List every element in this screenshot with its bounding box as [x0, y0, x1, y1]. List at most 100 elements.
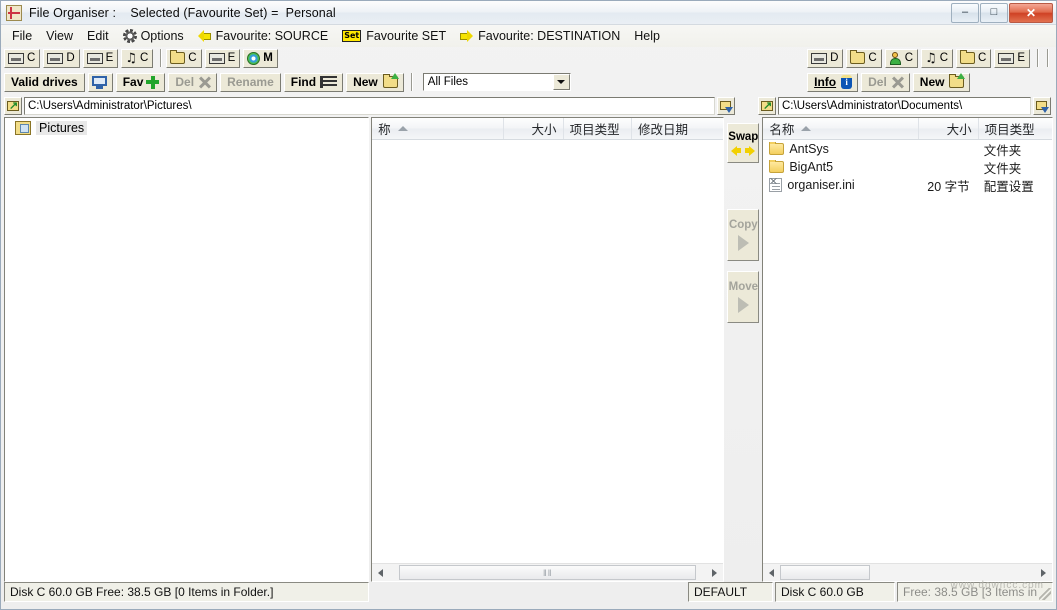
folder-button-c[interactable]: C — [166, 49, 201, 68]
scroll-right-icon[interactable] — [706, 564, 723, 581]
source-status-text: Disk C 60.0 GB Free: 38.5 GB [0 Items in… — [4, 582, 369, 602]
move-button[interactable]: Move — [727, 271, 759, 323]
panes-area: Pictures 称 大小 项目类型 修改日期 — [1, 117, 1056, 582]
scroll-right-icon[interactable] — [1035, 564, 1052, 581]
tree-item-pictures[interactable]: Pictures — [5, 118, 368, 137]
drive-button-e-right[interactable]: E — [994, 49, 1030, 68]
list-item[interactable]: BigAnt5 文件夹 — [763, 158, 1052, 176]
app-icon — [6, 5, 22, 21]
scroll-left-icon[interactable] — [763, 564, 780, 581]
drive-button-e2[interactable]: E — [205, 49, 241, 68]
folder-icon — [850, 52, 865, 64]
arrow-left-icon — [198, 30, 211, 42]
window-controls: – □ ✕ — [950, 3, 1056, 23]
list-item[interactable]: AntSys 文件夹 — [763, 140, 1052, 158]
music-folder-button-c-right[interactable]: ♫ C — [921, 49, 953, 68]
music-folder-button-c[interactable]: ♫ C — [121, 49, 153, 68]
copy-label: Copy — [729, 219, 758, 231]
resize-grip[interactable] — [1039, 588, 1051, 600]
scroll-thumb[interactable]: ‖‖ — [399, 565, 696, 580]
column-header-type[interactable]: 项目类型 — [564, 118, 632, 139]
user-folder-button-c[interactable]: C — [885, 49, 918, 68]
minimize-button[interactable]: – — [951, 3, 979, 23]
source-file-list-pane[interactable]: 称 大小 项目类型 修改日期 ‖‖ — [371, 117, 724, 582]
menu-item-help[interactable]: Help — [627, 26, 667, 47]
gear-icon — [123, 29, 137, 43]
menu-item-options[interactable]: Options — [116, 26, 191, 47]
delete-button-left[interactable]: Del — [168, 73, 217, 92]
folder-icon — [769, 143, 784, 155]
drive-button-d[interactable]: D — [43, 49, 79, 68]
scroll-track[interactable] — [780, 564, 1035, 581]
info-button[interactable]: Info — [807, 73, 858, 92]
favourite-set-status: DEFAULT — [688, 582, 773, 602]
scroll-thumb[interactable] — [780, 565, 870, 580]
chevron-down-icon[interactable] — [553, 74, 570, 90]
cd-drive-button-m[interactable]: M — [243, 49, 278, 68]
x-icon — [198, 76, 211, 89]
close-button[interactable]: ✕ — [1009, 3, 1053, 23]
destination-file-list-pane[interactable]: 名称 大小 项目类型 AntSys 文件夹 — [762, 117, 1053, 582]
scroll-left-icon[interactable] — [372, 564, 389, 581]
find-button[interactable]: Find — [284, 73, 343, 92]
destination-horizontal-scrollbar[interactable] — [763, 563, 1052, 581]
valid-drives-button[interactable]: Valid drives — [4, 73, 85, 92]
new-folder-button-right[interactable]: New — [913, 73, 971, 92]
rename-button[interactable]: Rename — [220, 73, 281, 92]
swap-button[interactable]: Swap — [727, 123, 759, 163]
open-folder-icon[interactable]: ↗ — [758, 97, 776, 115]
folder-button-c-right[interactable]: C — [846, 49, 881, 68]
column-label: 名称 — [769, 119, 794, 138]
file-filter-select[interactable]: All Files — [423, 73, 571, 91]
column-header-name[interactable]: 名称 — [763, 118, 919, 139]
column-header-size[interactable]: 大小 — [919, 118, 979, 139]
list-item[interactable]: organiser.ini 20 字节 配置设置 — [763, 176, 1052, 194]
column-header-name[interactable]: 称 — [372, 118, 504, 139]
music-icon: ♫ — [125, 52, 137, 65]
new-folder-button-left[interactable]: New — [346, 73, 404, 92]
folder-down-icon[interactable] — [1033, 97, 1051, 115]
drive-button-c[interactable]: C — [4, 49, 40, 68]
source-horizontal-scrollbar[interactable]: ‖‖ — [372, 563, 723, 581]
menu-item-favourite-source[interactable]: Favourite: SOURCE — [191, 26, 336, 47]
drive-button-d-right[interactable]: D — [807, 49, 843, 68]
folder-down-icon[interactable] — [717, 97, 735, 115]
destination-free-text: Free: 38.5 GB [3 Items in — [903, 585, 1037, 599]
status-bar: Disk C 60.0 GB Free: 38.5 GB [0 Items in… — [1, 582, 1056, 602]
folder-button-c2-right[interactable]: C — [956, 49, 991, 68]
open-folder-icon[interactable]: ↗ — [4, 97, 22, 115]
drive-icon — [209, 53, 225, 64]
drive-button-e[interactable]: E — [83, 49, 119, 68]
new-folder-icon — [949, 76, 964, 88]
maximize-button[interactable]: □ — [980, 3, 1008, 23]
column-header-type[interactable]: 项目类型 — [979, 118, 1052, 139]
column-label: 称 — [378, 119, 391, 138]
computer-button[interactable] — [88, 73, 113, 92]
sort-ascending-icon — [398, 126, 408, 131]
menu-item-favourite-set[interactable]: Set Favourite SET — [335, 26, 453, 47]
transfer-button-column: Swap Copy Move — [727, 117, 759, 582]
new-folder-icon — [383, 76, 398, 88]
delete-button-right[interactable]: Del — [861, 73, 910, 92]
toolbar-separator — [160, 49, 162, 67]
file-name-cell: AntSys — [763, 142, 914, 156]
column-header-modified[interactable]: 修改日期 — [632, 118, 723, 139]
menu-item-file[interactable]: File — [5, 26, 39, 47]
fav-label: Fav — [123, 75, 144, 89]
file-size-cell: 20 字节 — [914, 176, 976, 195]
column-label: 项目类型 — [985, 119, 1035, 138]
menu-item-favourite-destination[interactable]: Favourite: DESTINATION — [453, 26, 627, 47]
menu-label: Edit — [87, 29, 109, 43]
menu-item-view[interactable]: View — [39, 26, 80, 47]
scroll-track[interactable]: ‖‖ — [389, 564, 706, 581]
drive-icon — [47, 53, 63, 64]
add-favourite-button[interactable]: Fav — [116, 73, 166, 92]
menu-item-edit[interactable]: Edit — [80, 26, 116, 47]
destination-path-input[interactable]: C:\Users\Administrator\Documents\ — [778, 97, 1031, 115]
folder-tree-pane[interactable]: Pictures — [4, 117, 369, 582]
copy-button[interactable]: Copy — [727, 209, 759, 261]
folder-icon — [960, 52, 975, 64]
source-path-bar: ↗ C:\Users\Administrator\Pictures\ — [4, 96, 735, 116]
source-path-input[interactable]: C:\Users\Administrator\Pictures\ — [24, 97, 715, 115]
column-header-size[interactable]: 大小 — [504, 118, 564, 139]
